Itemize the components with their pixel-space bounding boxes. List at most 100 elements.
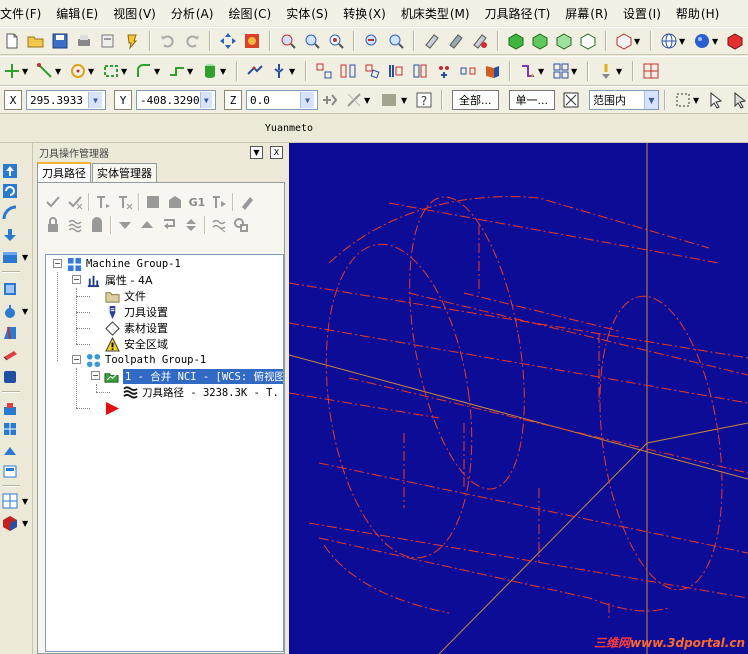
menu-help[interactable]: 帮助(H) [676, 5, 719, 22]
chevron-down-icon[interactable]: ▼ [644, 91, 658, 109]
chevron-down-icon[interactable]: ▼ [22, 307, 28, 316]
scroll-to-insert-icon[interactable] [182, 216, 200, 234]
menu-create[interactable]: 绘图(C) [228, 5, 271, 22]
chevron-down-icon[interactable]: ▼ [220, 67, 228, 76]
y-coord-field[interactable]: -408.3290 ▼ [136, 90, 216, 110]
solid-boolean-icon[interactable] [0, 399, 20, 419]
window-select-icon[interactable] [673, 90, 693, 110]
tree-item-safety-zone[interactable]: 安全区域 [104, 336, 168, 352]
menu-settings[interactable]: 设置(I) [623, 5, 661, 22]
select-single-button[interactable]: 单一... [508, 90, 555, 110]
tree-item-toolpath-group[interactable]: Toolpath Group-1 [85, 352, 206, 368]
xform-offset-icon[interactable] [410, 61, 430, 81]
red-box-icon[interactable] [725, 31, 745, 51]
spline-icon[interactable] [167, 61, 187, 81]
backplot-icon[interactable] [144, 193, 162, 211]
high-speed-icon[interactable] [210, 193, 228, 211]
chevron-down-icon[interactable]: ▼ [300, 92, 314, 108]
chevron-down-icon[interactable]: ▼ [154, 67, 162, 76]
chevron-down-icon[interactable]: ▼ [22, 519, 28, 528]
globe-icon[interactable] [659, 31, 679, 51]
insert-position-marker[interactable] [104, 400, 120, 416]
arrow-up-icon[interactable] [0, 161, 20, 181]
tab-solids-manager[interactable]: 实体管理器 [92, 163, 157, 182]
grid-icon[interactable] [551, 61, 571, 81]
collapse-toggle[interactable]: − [72, 275, 81, 284]
solid-loft-icon[interactable] [0, 323, 20, 343]
solid-translucent-icon[interactable] [554, 31, 574, 51]
rectangle-icon[interactable] [101, 61, 121, 81]
z-coord-field[interactable]: 0.0 ▼ [246, 90, 318, 110]
view-layout-icon[interactable] [0, 491, 20, 511]
regenerate-dirty-icon[interactable] [116, 193, 134, 211]
chevron-down-icon[interactable]: ▼ [88, 67, 96, 76]
tree-item-machine-group[interactable]: Machine Group-1 [66, 256, 181, 272]
surface-icon[interactable] [0, 247, 20, 267]
regenerate-icon[interactable] [94, 193, 112, 211]
line-icon[interactable] [35, 61, 55, 81]
solid-revolve-icon[interactable] [0, 301, 20, 321]
x-coord-field[interactable]: 295.3933 ▼ [26, 90, 106, 110]
xform-translate-icon[interactable] [314, 61, 334, 81]
select-all-ops-icon[interactable] [44, 193, 62, 211]
zoom-fit-icon[interactable] [302, 31, 322, 51]
chevron-down-icon[interactable]: ▼ [121, 67, 129, 76]
solid-fillet-icon[interactable] [0, 345, 20, 365]
rotate-view-icon[interactable] [0, 181, 20, 201]
fillet-icon[interactable] [134, 61, 154, 81]
chevron-down-icon[interactable]: ▼ [571, 67, 579, 76]
solid-grid-icon[interactable] [0, 419, 20, 439]
pan-icon[interactable] [218, 31, 238, 51]
circle-icon[interactable] [68, 61, 88, 81]
chevron-down-icon[interactable]: ▼ [712, 37, 720, 46]
chevron-down-icon[interactable]: ▼ [55, 67, 63, 76]
xform-rotate-icon[interactable] [362, 61, 382, 81]
solid-color-icon[interactable] [0, 513, 20, 533]
select-dirty-ops-icon[interactable] [66, 193, 84, 211]
view-cube-icon[interactable] [614, 31, 634, 51]
zoom-window-icon[interactable] [278, 31, 298, 51]
solid-box-icon[interactable] [506, 31, 526, 51]
chevron-down-icon[interactable]: ▼ [22, 497, 28, 506]
chevron-down-icon[interactable]: ▼ [616, 67, 624, 76]
solid-wire-icon[interactable] [578, 31, 598, 51]
trim-icon[interactable] [245, 61, 265, 81]
chevron-down-icon[interactable]: ▼ [634, 37, 642, 46]
tree-item-tool-settings[interactable]: 刀具设置 [104, 304, 168, 320]
close-icon[interactable]: X [270, 146, 283, 159]
range-select[interactable]: 范围内 ▼ [589, 90, 659, 110]
tree-item-toolpath[interactable]: 刀具路径 - 3238.3K - T. [122, 384, 279, 400]
pointer-icon[interactable] [706, 90, 726, 110]
new-file-icon[interactable] [2, 31, 22, 51]
chevron-down-icon[interactable]: ▼ [693, 96, 701, 105]
save-icon[interactable] [50, 31, 70, 51]
move-down-icon[interactable] [116, 216, 134, 234]
undo-icon[interactable] [158, 31, 178, 51]
cylinder-icon[interactable] [200, 61, 220, 81]
arc-icon[interactable] [0, 203, 20, 223]
point-icon[interactable] [2, 61, 22, 81]
filter-icon[interactable] [377, 90, 401, 110]
chevron-down-icon[interactable]: ▼ [88, 92, 102, 108]
tree-item-stock-setup[interactable]: 素材设置 [104, 320, 168, 336]
shading-hidden-icon[interactable] [446, 31, 466, 51]
lock-icon[interactable] [44, 216, 62, 234]
sphere-icon[interactable] [692, 31, 712, 51]
tree-item-operation-1[interactable]: 1 - 合并 NCI - [WCS: 俯视图 [103, 368, 283, 384]
fast-point-icon[interactable] [320, 90, 340, 110]
print-icon[interactable] [74, 31, 94, 51]
menu-toolpaths[interactable]: 刀具路径(T) [485, 5, 551, 22]
xform-stretch-icon[interactable] [458, 61, 478, 81]
solid-layers-icon[interactable] [0, 461, 20, 481]
xform-mirror-icon[interactable] [338, 61, 358, 81]
arrow-down-icon[interactable] [0, 225, 20, 245]
zoom-target-icon[interactable] [326, 31, 346, 51]
chevron-down-icon[interactable]: ▼ [250, 146, 263, 159]
pointer-alt-icon[interactable] [730, 90, 748, 110]
chevron-down-icon[interactable]: ▼ [22, 67, 30, 76]
tab-toolpaths[interactable]: 刀具路径 [37, 162, 91, 182]
xform-array-icon[interactable] [434, 61, 454, 81]
shading-wire-icon[interactable] [422, 31, 442, 51]
edit-params-icon[interactable] [238, 193, 256, 211]
collapse-toggle[interactable]: − [72, 355, 81, 364]
